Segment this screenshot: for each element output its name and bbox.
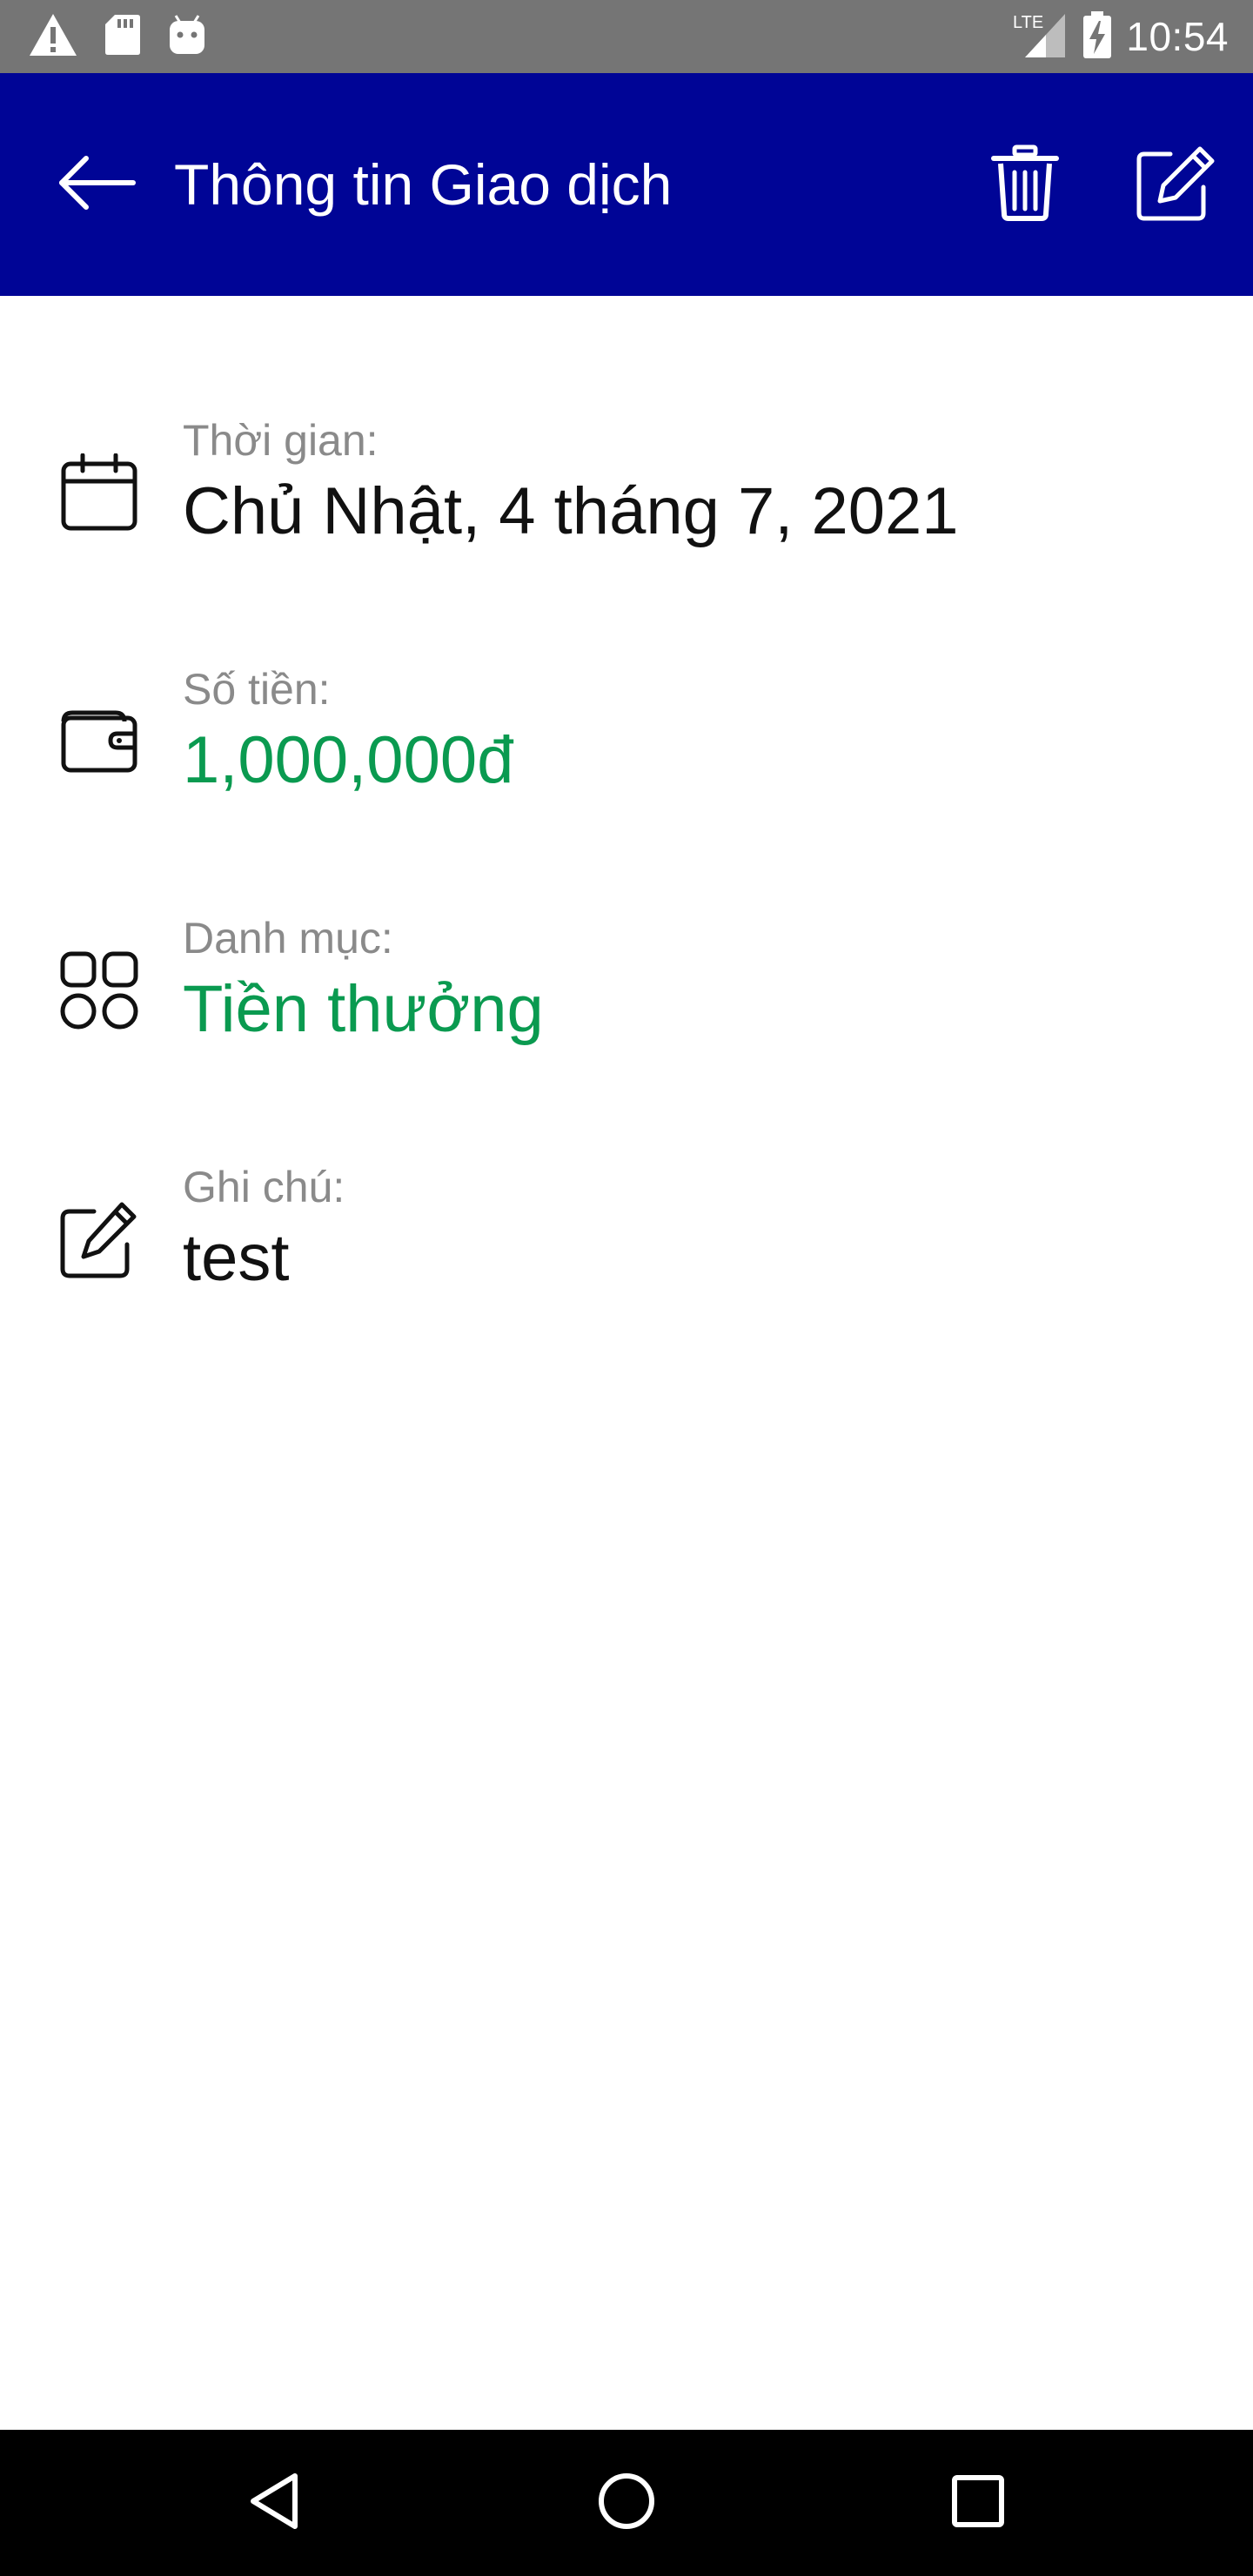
back-arrow-icon — [57, 155, 137, 215]
detail-row-note: Ghi chú: test — [0, 1161, 1253, 1370]
signal-icon: LTE — [1013, 10, 1069, 64]
category-grid-icon — [56, 947, 143, 1034]
category-label: Danh mục: — [183, 914, 393, 963]
category-value: Tiền thưởng — [183, 972, 544, 1046]
detail-row-category: Danh mục: Tiền thưởng — [0, 912, 1253, 1121]
nav-home-button[interactable] — [583, 2459, 670, 2546]
nav-recents-icon — [950, 2473, 1006, 2533]
status-left-icons — [28, 12, 207, 61]
nav-back-button[interactable] — [231, 2459, 318, 2546]
wallet-icon — [56, 698, 143, 785]
sd-card-icon — [104, 13, 141, 61]
nav-home-icon — [596, 2471, 657, 2536]
delete-button[interactable] — [983, 141, 1067, 228]
android-icon — [167, 14, 207, 60]
network-label: LTE — [1013, 13, 1043, 32]
nav-back-icon — [245, 2471, 305, 2536]
back-button[interactable] — [49, 141, 144, 228]
edit-button[interactable] — [1131, 141, 1222, 228]
note-edit-icon — [56, 1196, 143, 1283]
time-label: Thời gian: — [183, 416, 379, 465]
note-label: Ghi chú: — [183, 1163, 345, 1211]
amount-label: Số tiền: — [183, 665, 331, 714]
nav-recents-button[interactable] — [935, 2459, 1022, 2546]
battery-charging-icon — [1082, 10, 1112, 64]
status-right-icons: LTE 10:54 — [1013, 9, 1229, 64]
detail-row-amount: Số tiền: 1,000,000đ — [0, 663, 1253, 872]
time-value: Chủ Nhật, 4 tháng 7, 2021 — [183, 474, 959, 548]
amount-value: 1,000,000đ — [183, 723, 514, 797]
status-bar: LTE 10:54 — [0, 0, 1253, 73]
calendar-icon — [56, 449, 143, 536]
trash-icon — [990, 144, 1060, 225]
detail-row-time: Thời gian: Chủ Nhật, 4 tháng 7, 2021 — [0, 414, 1253, 623]
navigation-bar — [0, 2430, 1253, 2576]
warning-icon — [28, 12, 78, 62]
edit-icon — [1136, 144, 1217, 226]
status-time: 10:54 — [1126, 14, 1229, 59]
note-value: test — [183, 1221, 290, 1295]
page-title: Thông tin Giao dịch — [174, 152, 673, 217]
app-bar: Thông tin Giao dịch — [0, 73, 1253, 296]
